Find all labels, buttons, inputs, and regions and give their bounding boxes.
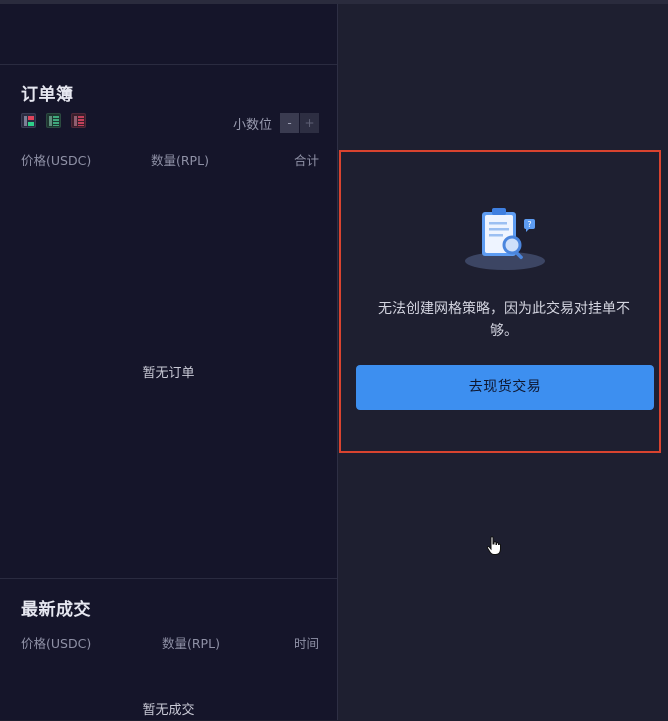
grid-unavailable-message: 无法创建网格策略，因为此交易对挂单不够。 [378, 301, 630, 339]
recent-trades-title: 最新成交 [21, 600, 91, 620]
orderbook-buy-icon[interactable] [46, 113, 61, 128]
go-spot-trading-button[interactable]: 去现货交易 [356, 365, 654, 410]
orderbook-both-icon[interactable] [21, 113, 36, 128]
decimals-minus-button[interactable]: - [280, 113, 299, 133]
column-price: 价格(USDC) [21, 636, 92, 651]
decimals-control: 小数位 - + [233, 113, 319, 133]
column-total: 合计 [293, 153, 319, 168]
decimals-label: 小数位 [232, 117, 272, 133]
left-column: 订单簿 小数位 - + 价格(USDC) 数量(RPL) 合计 暂无订单 最新成… [0, 4, 338, 720]
orderbook-column-headers: 价格(USDC) 数量(RPL) 合计 [21, 150, 319, 169]
hand-pointer-icon [486, 536, 501, 555]
orderbook-sell-icon[interactable] [71, 113, 86, 128]
column-price: 价格(USDC) [21, 153, 92, 168]
left-top-band [0, 4, 337, 65]
decimals-plus-button[interactable]: + [300, 113, 319, 133]
trades-column-headers: 价格(USDC) 数量(RPL) 时间 [21, 633, 319, 652]
orderbook-panel: 订单簿 小数位 - + 价格(USDC) 数量(RPL) 合计 暂无订单 [0, 66, 337, 578]
orderbook-title: 订单簿 [21, 85, 74, 105]
orderbook-view-toggle [21, 113, 86, 128]
recent-trades-panel: 最新成交 价格(USDC) 数量(RPL) 时间 暂无成交 [0, 578, 337, 721]
column-time: 时间 [293, 636, 319, 651]
orderbook-empty-text: 暂无订单 [142, 366, 195, 381]
decimals-stepper: - + [280, 113, 319, 133]
svg-text:?: ? [527, 220, 531, 229]
clipboard-search-icon: ? [465, 208, 545, 270]
column-amount: 数量(RPL) [151, 153, 209, 168]
column-amount: 数量(RPL) [162, 636, 220, 651]
trades-empty-text: 暂无成交 [142, 703, 195, 718]
